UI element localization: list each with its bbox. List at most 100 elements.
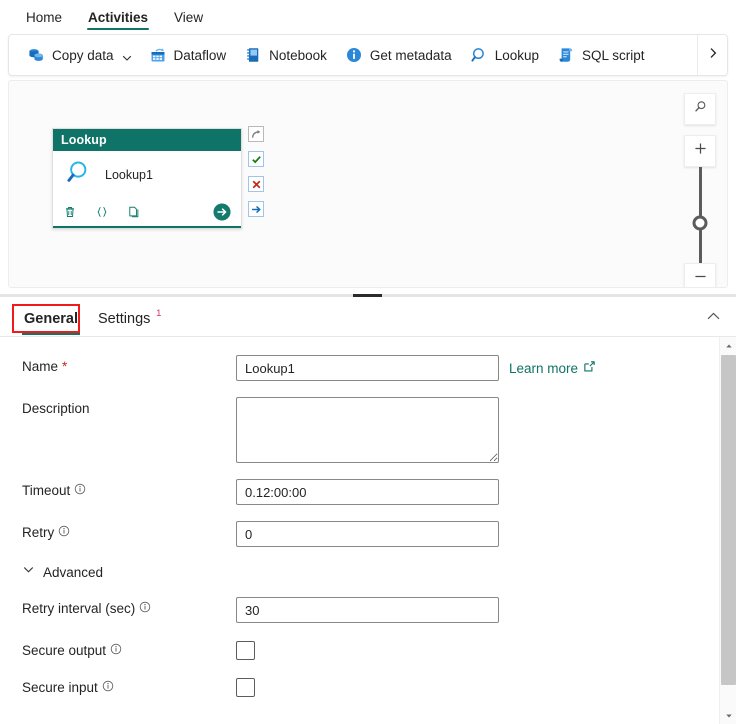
field-row-secure-output: Secure output (0, 639, 715, 660)
lookup-icon (470, 46, 488, 64)
secure-input-label-group: Secure input (22, 676, 236, 695)
info-icon[interactable] (102, 680, 114, 695)
lookup-magnifier-icon (65, 158, 93, 191)
secure-input-control-group (236, 676, 255, 697)
sql-script-icon (557, 46, 575, 64)
zoom-out-button[interactable] (684, 263, 716, 288)
lookup-button[interactable]: Lookup (462, 39, 547, 71)
node-body: Lookup1 (53, 151, 241, 198)
details-tab-bar: General Settings 1 (0, 297, 736, 337)
retry-interval-control-group (236, 597, 499, 623)
field-row-secure-input: Secure input (0, 676, 715, 697)
field-row-retry-interval: Retry interval (sec) (0, 597, 715, 623)
name-label: Name (22, 359, 58, 374)
info-icon[interactable] (58, 525, 70, 540)
learn-more-label: Learn more (509, 361, 578, 376)
run-arrow-icon[interactable] (212, 202, 232, 227)
retry-interval-label: Retry interval (sec) (22, 601, 135, 616)
copy-data-icon (27, 46, 45, 64)
field-row-description: Description (0, 397, 715, 463)
required-marker: * (62, 359, 67, 374)
zoom-fit-button[interactable] (684, 93, 716, 125)
description-label: Description (22, 397, 236, 416)
secure-output-checkbox[interactable] (236, 641, 255, 660)
scrollbar-thumb[interactable] (721, 355, 736, 685)
description-control-group (236, 397, 499, 463)
chevron-down-icon[interactable] (122, 51, 131, 60)
timeout-control-group (236, 479, 499, 505)
description-textarea[interactable] (236, 397, 499, 463)
canvas-zoom-controls (683, 93, 717, 288)
scroll-up-button[interactable] (720, 337, 736, 354)
tab-settings-label: Settings (98, 311, 150, 327)
retry-interval-input[interactable] (236, 597, 499, 623)
chevron-up-icon (705, 312, 722, 329)
node-connector-buttons (248, 126, 266, 226)
info-icon[interactable] (74, 483, 86, 498)
sql-script-button[interactable]: SQL script (549, 39, 653, 71)
get-metadata-label: Get metadata (370, 48, 452, 63)
field-row-timeout: Timeout (0, 479, 715, 505)
pipeline-editor: Home Activities View Copy data (0, 0, 736, 724)
node-header-title: Lookup (61, 133, 107, 147)
retry-control-group (236, 521, 499, 547)
zoom-slider-thumb[interactable] (693, 216, 708, 231)
details-pane-scrollbar[interactable] (719, 337, 736, 724)
info-icon[interactable] (139, 601, 151, 616)
scroll-down-button[interactable] (720, 707, 736, 724)
learn-more-link[interactable]: Learn more (509, 360, 596, 376)
notebook-icon (244, 46, 262, 64)
copy-data-label: Copy data (52, 48, 114, 63)
ribbon-tab-bar: Home Activities View (0, 0, 736, 32)
code-braces-icon[interactable] (95, 205, 109, 219)
timeout-input[interactable] (236, 479, 499, 505)
connector-on-failure[interactable] (248, 176, 264, 192)
advanced-label: Advanced (43, 565, 103, 580)
activities-command-bar: Copy data (8, 34, 728, 76)
external-link-icon (583, 360, 596, 376)
name-input[interactable] (236, 355, 499, 381)
dataflow-button[interactable]: Dataflow (141, 39, 235, 71)
activity-node-lookup1[interactable]: Lookup Lookup1 (52, 128, 242, 229)
secure-input-checkbox[interactable] (236, 678, 255, 697)
chevron-right-icon (707, 46, 719, 64)
node-activity-name: Lookup1 (105, 168, 153, 182)
retry-interval-label-group: Retry interval (sec) (22, 597, 236, 616)
get-metadata-button[interactable]: Get metadata (337, 39, 460, 71)
tab-general-label: General (24, 311, 78, 327)
pipeline-canvas[interactable]: Lookup Lookup1 (8, 80, 728, 288)
info-icon[interactable] (110, 643, 122, 658)
general-settings-form: Name * Learn more (0, 337, 715, 724)
sql-script-label: SQL script (582, 48, 645, 63)
command-bar-overflow-button[interactable] (697, 34, 727, 76)
retry-input[interactable] (236, 521, 499, 547)
command-bar-items: Copy data (9, 39, 697, 71)
retry-label-group: Retry (22, 521, 236, 540)
secure-input-label: Secure input (22, 680, 98, 695)
tab-settings[interactable]: Settings 1 (90, 307, 158, 336)
collapse-pane-button[interactable] (705, 308, 722, 330)
timeout-label: Timeout (22, 483, 70, 498)
notebook-button[interactable]: Notebook (236, 39, 335, 71)
ribbon-tab-activities[interactable]: Activities (78, 6, 158, 32)
zoom-slider-track[interactable] (699, 167, 702, 263)
zoom-in-button[interactable] (684, 135, 716, 167)
ribbon-tab-view[interactable]: View (164, 6, 213, 32)
minus-icon (693, 269, 708, 288)
advanced-section-toggle[interactable]: Advanced (0, 563, 715, 581)
lookup-label: Lookup (495, 48, 539, 63)
connector-on-skip[interactable] (248, 201, 264, 217)
connector-on-success[interactable] (248, 151, 264, 167)
chevron-down-icon (22, 563, 35, 581)
tab-general[interactable]: General (16, 307, 86, 336)
connector-on-completion[interactable] (248, 126, 264, 142)
copy-icon[interactable] (127, 205, 141, 219)
timeout-label-group: Timeout (22, 479, 236, 498)
zoom-fit-magnifier-icon (693, 99, 708, 119)
ribbon-tab-home[interactable]: Home (16, 6, 72, 32)
trash-icon[interactable] (63, 205, 77, 219)
secure-output-label-group: Secure output (22, 639, 236, 658)
dataflow-icon (149, 46, 167, 64)
field-row-name: Name * Learn more (0, 355, 715, 381)
copy-data-button[interactable]: Copy data (19, 39, 139, 71)
